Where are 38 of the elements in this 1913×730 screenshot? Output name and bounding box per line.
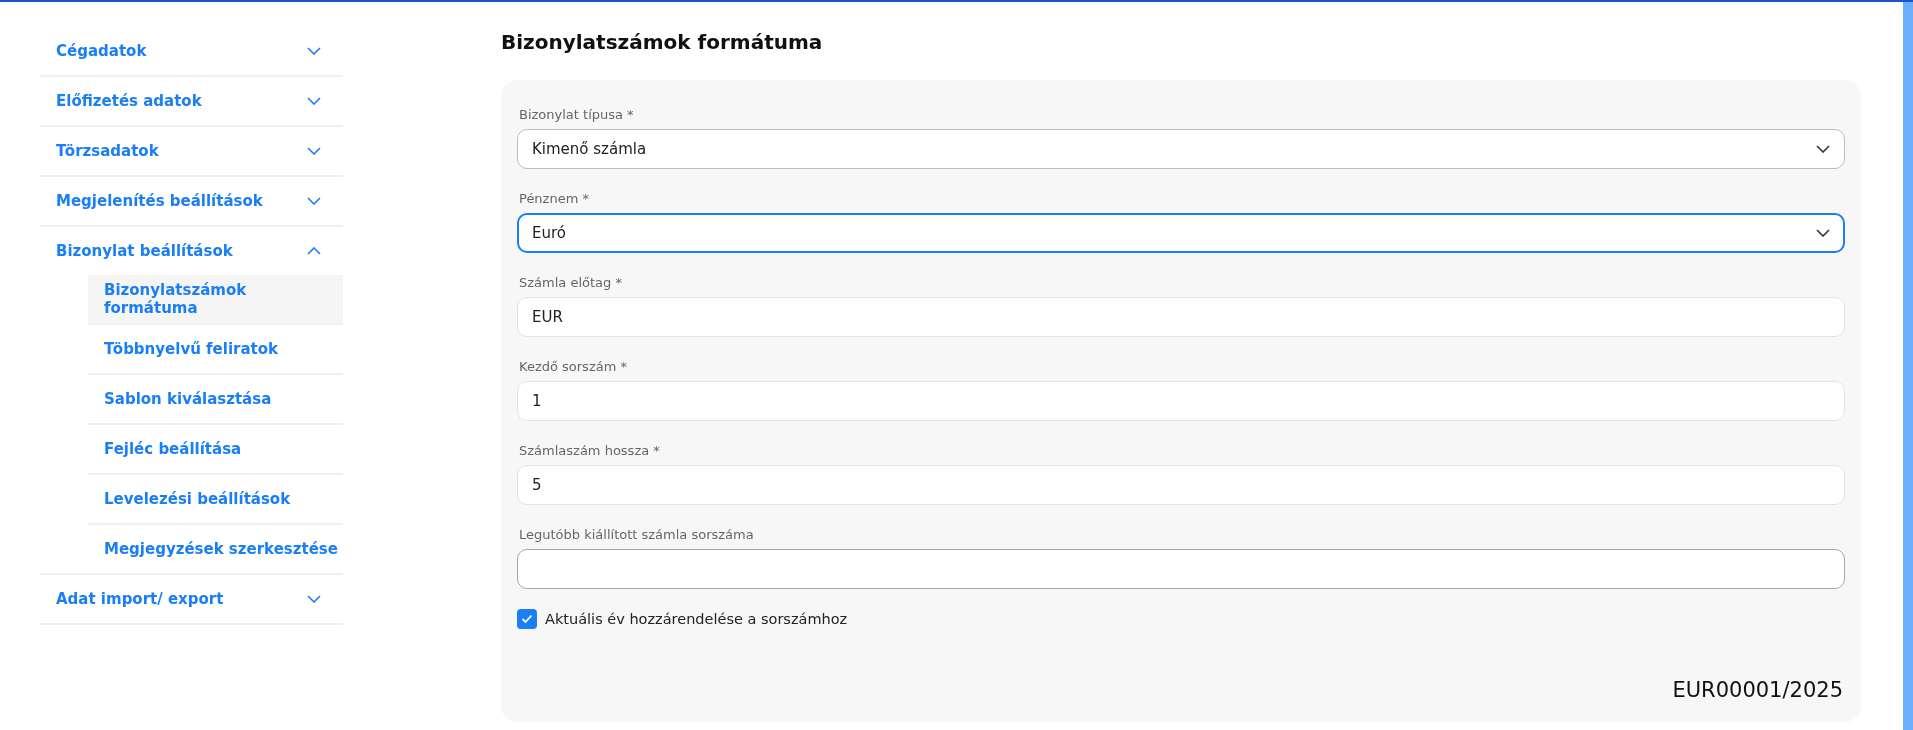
- field-label: Számla előtag *: [519, 275, 623, 290]
- page-title: Bizonylatszámok formátuma: [501, 30, 824, 54]
- chevron-up-icon: [307, 247, 321, 255]
- input-field[interactable]: EUR: [517, 297, 1845, 337]
- chevron-down-icon: [307, 47, 321, 55]
- input-field[interactable]: [517, 549, 1845, 589]
- input-field[interactable]: 1: [517, 381, 1845, 421]
- number-preview: EUR00001/2025: [1672, 678, 1843, 702]
- chevron-down-icon: [307, 595, 321, 603]
- sidebar-item[interactable]: Törzsadatok: [40, 127, 343, 177]
- chevron-down-icon: [307, 97, 321, 105]
- chevron-down-icon: [307, 147, 321, 155]
- sidebar-subitem[interactable]: Bizonylatszámok formátuma: [88, 275, 343, 325]
- dropdown-field[interactable]: Euró: [517, 213, 1845, 253]
- scrollbar[interactable]: [1903, 2, 1913, 730]
- checkbox-label: Aktuális év hozzárendelése a sorszámhoz: [545, 611, 848, 627]
- sidebar-subitem[interactable]: Fejléc beállítása: [88, 425, 343, 475]
- sidebar-subitem[interactable]: Megjegyzések szerkesztése: [88, 525, 343, 573]
- field-label: Pénznem *: [519, 191, 590, 206]
- sidebar-subitem[interactable]: Sablon kiválasztása: [88, 375, 343, 425]
- sidebar-item[interactable]: Bizonylat beállítások: [40, 227, 343, 275]
- sidebar-item[interactable]: Előfizetés adatok: [40, 77, 343, 127]
- checkmark-icon: [521, 614, 533, 624]
- sidebar-subitem[interactable]: Többnyelvű feliratok: [88, 325, 343, 375]
- field-label: Számlaszám hossza *: [519, 443, 661, 458]
- sidebar-item[interactable]: Cégadatok: [40, 27, 343, 77]
- chevron-down-icon: [307, 197, 321, 205]
- checkbox[interactable]: [517, 609, 537, 629]
- sidebar-item[interactable]: Megjelenítés beállítások: [40, 177, 343, 227]
- sidebar-item[interactable]: Adat import/ export: [40, 575, 343, 625]
- input-field[interactable]: 5: [517, 465, 1845, 505]
- chevron-down-icon: [1816, 145, 1830, 153]
- field-label: Legutóbb kiállított számla sorszáma: [519, 527, 755, 542]
- chevron-down-icon: [1816, 229, 1830, 237]
- dropdown-field[interactable]: Kimenő számla: [517, 129, 1845, 169]
- sidebar-subitem[interactable]: Levelezési beállítások: [88, 475, 343, 525]
- field-label: Bizonylat típusa *: [519, 107, 635, 122]
- field-label: Kezdő sorszám *: [519, 359, 628, 374]
